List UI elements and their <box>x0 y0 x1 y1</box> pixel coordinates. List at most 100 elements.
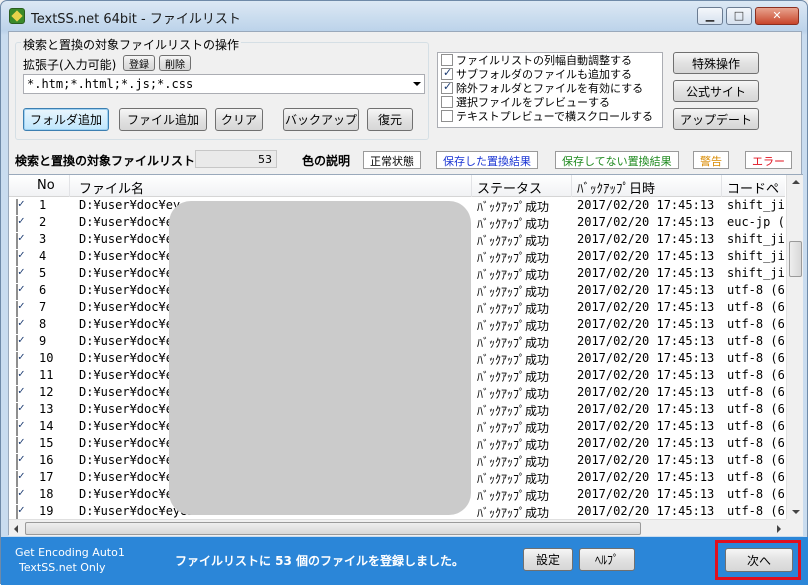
row-no: 1 <box>39 198 47 212</box>
row-status: ﾊﾞｯｸｱｯﾌﾟ成功 <box>477 421 550 435</box>
row-checkbox[interactable] <box>16 216 18 232</box>
row-status: ﾊﾞｯｸｱｯﾌﾟ成功 <box>477 455 550 469</box>
row-backup-time: 2017/02/20 17:45:13 <box>577 402 715 416</box>
app-icon <box>9 8 25 24</box>
row-encoding: utf-8 (6 <box>727 317 785 331</box>
next-button[interactable]: 次へ <box>725 548 793 572</box>
row-backup-time: 2017/02/20 17:45:13 <box>577 215 715 229</box>
header-no[interactable]: No <box>37 178 55 193</box>
legend-warning: 警告 <box>693 151 729 169</box>
ext-combobox[interactable]: *.htm;*.html;*.js;*.css <box>23 74 425 94</box>
chevron-down-icon[interactable] <box>413 82 421 86</box>
option-item[interactable]: 選択ファイルをプレビューする <box>438 95 662 109</box>
row-status: ﾊﾞｯｸｱｯﾌﾟ成功 <box>477 268 550 282</box>
row-no: 10 <box>39 351 54 365</box>
file-list-grid[interactable]: No ファイル名 ステータス ﾊﾞｯｸｱｯﾌﾟ日時 コードペ 1D:¥user¥… <box>9 174 803 536</box>
row-checkbox[interactable] <box>16 301 18 317</box>
row-checkbox[interactable] <box>16 420 18 436</box>
row-encoding: utf-8 (6 <box>727 300 785 314</box>
row-no: 3 <box>39 232 47 246</box>
row-checkbox[interactable] <box>16 233 18 249</box>
register-ext-button[interactable]: 登録 <box>123 55 155 71</box>
clear-button[interactable]: クリア <box>215 108 263 131</box>
scroll-down-icon[interactable] <box>792 510 800 514</box>
horizontal-scrollbar[interactable] <box>9 519 786 536</box>
row-checkbox[interactable] <box>16 335 18 351</box>
delete-ext-button[interactable]: 削除 <box>159 55 191 71</box>
vertical-scroll-thumb[interactable] <box>789 241 802 277</box>
update-button[interactable]: アップデート <box>673 108 759 130</box>
scroll-left-icon[interactable] <box>14 525 18 533</box>
header-backup-time[interactable]: ﾊﾞｯｸｱｯﾌﾟ日時 <box>577 178 655 197</box>
scroll-up-icon[interactable] <box>792 180 800 184</box>
row-status: ﾊﾞｯｸｱｯﾌﾟ成功 <box>477 217 550 231</box>
maximize-button[interactable]: □ <box>726 7 752 25</box>
row-status: ﾊﾞｯｸｱｯﾌﾟ成功 <box>477 506 550 519</box>
header-status[interactable]: ステータス <box>477 178 542 197</box>
option-item[interactable]: 除外フォルダとファイルを有効にする <box>438 80 662 95</box>
ext-label: 拡張子(入力可能) <box>23 58 117 72</box>
option-checkbox-1[interactable] <box>441 66 453 80</box>
row-no: 14 <box>39 419 54 433</box>
encoding-line-1: Get Encoding Auto1 <box>15 546 125 559</box>
row-checkbox[interactable] <box>16 488 18 504</box>
row-checkbox[interactable] <box>16 437 18 453</box>
row-checkbox[interactable] <box>16 318 18 334</box>
row-encoding: utf-8 (6 <box>727 419 785 433</box>
encoding-info: Get Encoding Auto1 TextSS.net Only <box>15 545 125 575</box>
row-backup-time: 2017/02/20 17:45:13 <box>577 419 715 433</box>
minimize-button[interactable]: ▁ <box>697 7 723 25</box>
restore-button[interactable]: 復元 <box>367 108 413 131</box>
row-no: 11 <box>39 368 54 382</box>
row-backup-time: 2017/02/20 17:45:13 <box>577 368 715 382</box>
row-no: 7 <box>39 300 47 314</box>
row-checkbox[interactable] <box>16 250 18 266</box>
color-legend-title: 色の説明 <box>302 154 351 168</box>
option-checkbox-2[interactable] <box>441 80 453 94</box>
row-checkbox[interactable] <box>16 386 18 402</box>
option-checkbox-0[interactable] <box>441 54 453 66</box>
special-ops-button[interactable]: 特殊操作 <box>673 52 759 74</box>
option-item[interactable]: テキストプレビューで横スクロールする <box>438 109 662 123</box>
scroll-corner <box>786 519 803 536</box>
vertical-scrollbar[interactable] <box>786 175 803 519</box>
add-folder-button[interactable]: フォルダ追加 <box>23 108 109 131</box>
row-backup-time: 2017/02/20 17:45:13 <box>577 487 715 501</box>
option-checkbox-4[interactable] <box>441 110 453 122</box>
row-checkbox[interactable] <box>16 471 18 487</box>
option-label: テキストプレビューで横スクロールする <box>456 110 654 123</box>
option-item[interactable]: サブフォルダのファイルも追加する <box>438 66 662 81</box>
row-status: ﾊﾞｯｸｱｯﾌﾟ成功 <box>477 489 550 503</box>
backup-button[interactable]: バックアップ <box>283 108 359 131</box>
row-checkbox[interactable] <box>16 284 18 300</box>
row-checkbox[interactable] <box>16 369 18 385</box>
header-file[interactable]: ファイル名 <box>79 178 144 197</box>
row-checkbox[interactable] <box>16 403 18 419</box>
row-no: 18 <box>39 487 54 501</box>
row-checkbox[interactable] <box>16 505 18 519</box>
row-checkbox[interactable] <box>16 267 18 283</box>
row-checkbox[interactable] <box>16 199 18 215</box>
option-item[interactable]: ファイルリストの列幅自動調整する <box>438 53 662 67</box>
row-encoding: euc-jp ( <box>727 215 785 229</box>
settings-button[interactable]: 設定 <box>523 548 573 571</box>
app-window: TextSS.net 64bit - ファイルリスト ▁ □ ✕ 検索と置換の対… <box>0 0 808 585</box>
ext-combobox-value: *.htm;*.html;*.js;*.css <box>27 77 194 91</box>
close-button[interactable]: ✕ <box>755 7 799 25</box>
row-status: ﾊﾞｯｸｱｯﾌﾟ成功 <box>477 387 550 401</box>
scroll-right-icon[interactable] <box>777 525 781 533</box>
official-site-button[interactable]: 公式サイト <box>673 80 759 102</box>
help-button[interactable]: ﾍﾙﾌﾟ <box>579 548 635 571</box>
add-file-button[interactable]: ファイル追加 <box>119 108 207 131</box>
option-checkbox-3[interactable] <box>441 96 453 108</box>
row-backup-time: 2017/02/20 17:45:13 <box>577 198 715 212</box>
row-encoding: utf-8 (6 <box>727 453 785 467</box>
row-encoding: utf-8 (6 <box>727 436 785 450</box>
horizontal-scroll-thumb[interactable] <box>25 522 641 535</box>
row-status: ﾊﾞｯｸｱｯﾌﾟ成功 <box>477 302 550 316</box>
row-checkbox[interactable] <box>16 352 18 368</box>
row-checkbox[interactable] <box>16 454 18 470</box>
row-no: 13 <box>39 402 54 416</box>
title-bar[interactable]: TextSS.net 64bit - ファイルリスト ▁ □ ✕ <box>1 1 807 31</box>
header-encoding[interactable]: コードペ <box>727 178 779 197</box>
